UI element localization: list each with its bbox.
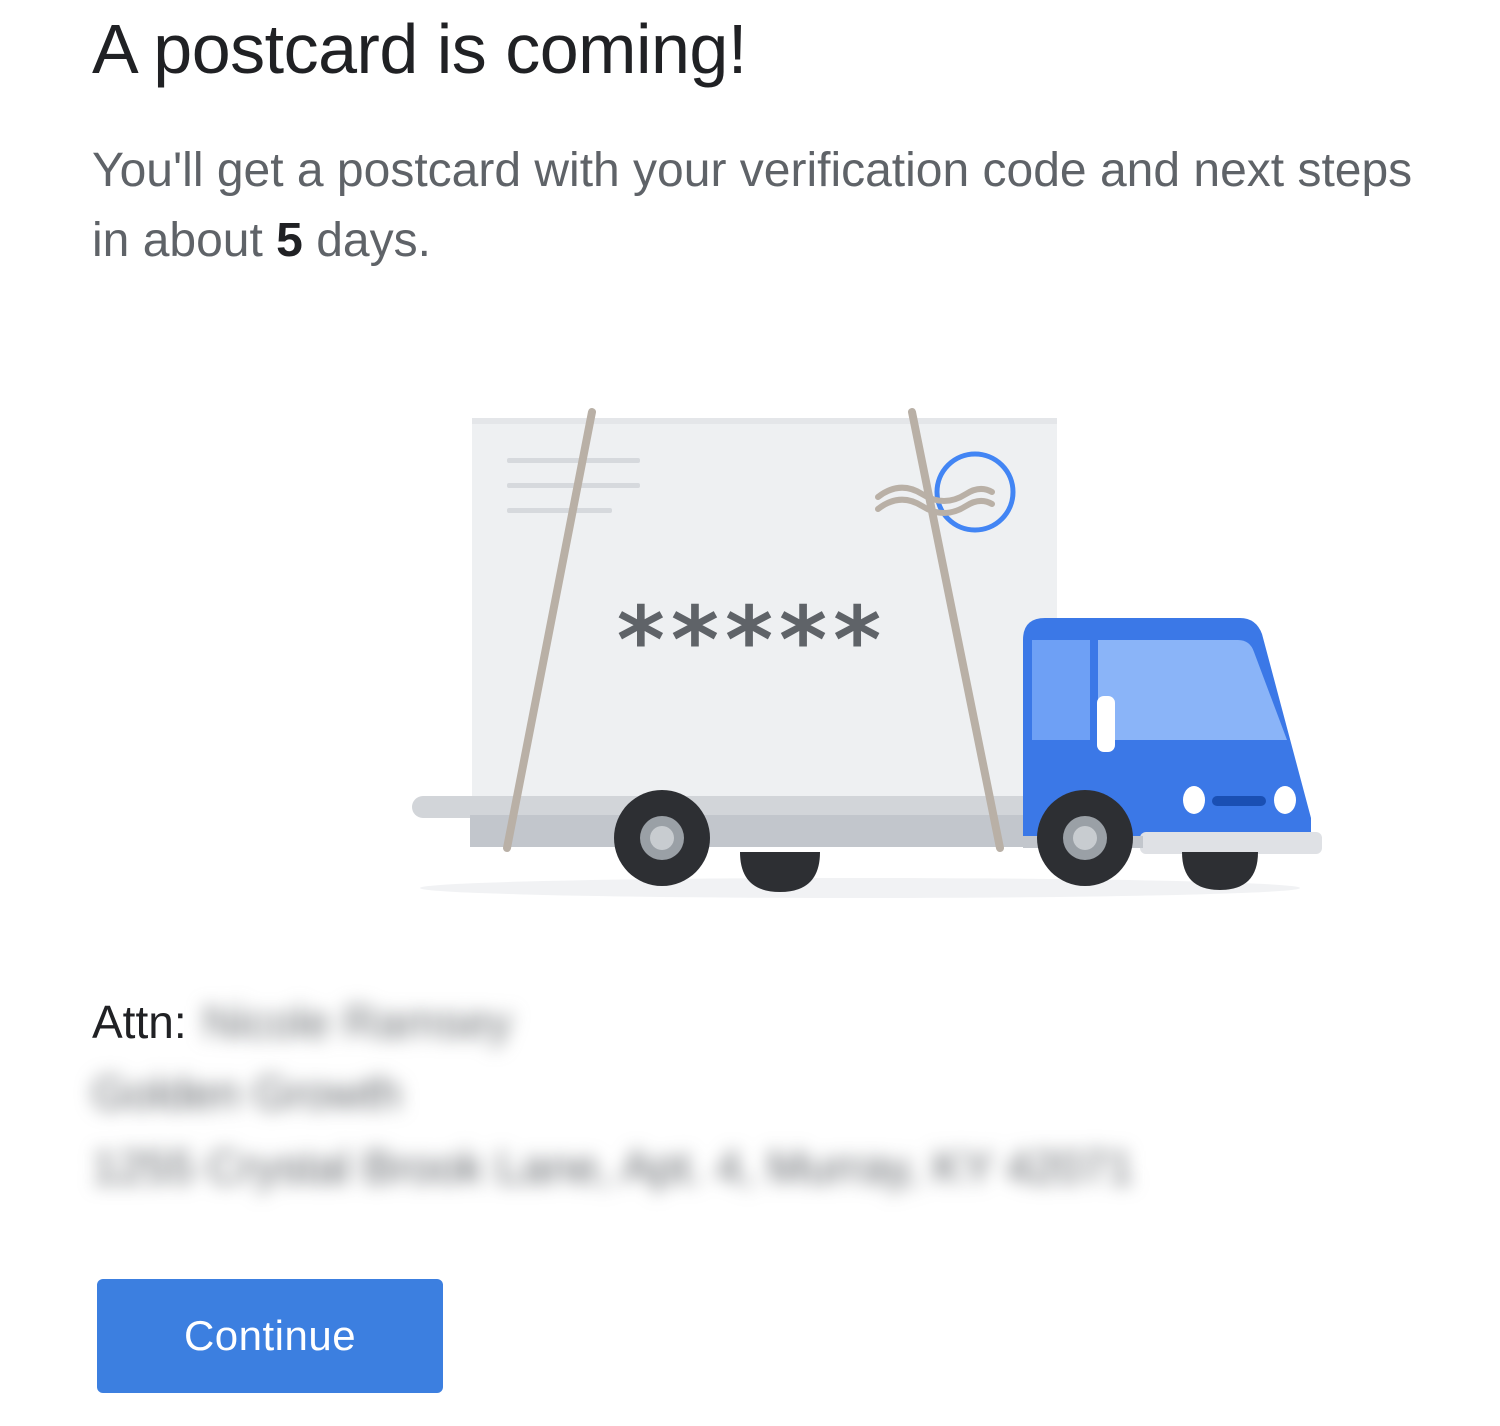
delivery-truck-postcard-icon: ***** <box>412 408 1322 898</box>
page-subtitle: You'll get a postcard with your verifica… <box>92 136 1422 276</box>
mailing-address: Attn: Nicole Ramsey Golden Growth 1255 C… <box>92 990 1292 1202</box>
subtitle-suffix: days. <box>302 214 431 267</box>
postcard-verification-page: A postcard is coming! You'll get a postc… <box>0 0 1500 1426</box>
masked-code: ***** <box>617 587 888 694</box>
attn-name-redacted: Nicole Ramsey <box>202 996 512 1048</box>
address-line-business-redacted: Golden Growth <box>92 1067 402 1119</box>
page-title: A postcard is coming! <box>92 10 747 88</box>
continue-button[interactable]: Continue <box>97 1279 443 1393</box>
attn-row: Attn: Nicole Ramsey <box>92 990 1292 1054</box>
attn-label: Attn: <box>92 996 187 1048</box>
subtitle-days: 5 <box>276 214 303 267</box>
address-line-street-redacted: 1255 Crystal Brook Lane, Apt. 4, Murray,… <box>92 1141 1134 1193</box>
